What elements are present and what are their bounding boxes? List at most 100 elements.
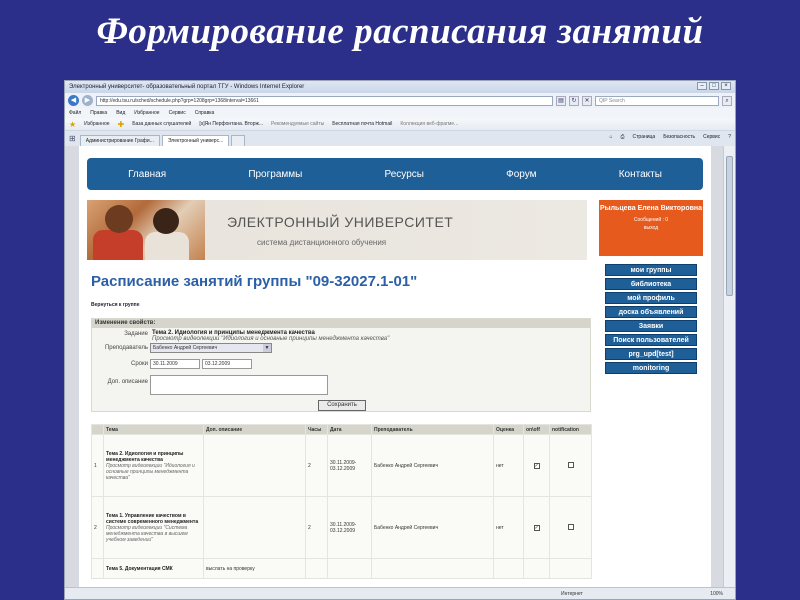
col-onoff: on\off <box>523 424 550 435</box>
help-icon[interactable]: ? <box>728 134 731 140</box>
on-off-checkbox[interactable]: ✓ <box>533 462 540 469</box>
back-to-group-link[interactable]: Вернуться к группе <box>91 302 139 308</box>
refresh-icon[interactable]: ↻ <box>569 95 579 106</box>
fav-item-db[interactable]: База данных слушателей <box>132 121 191 127</box>
nav-contacts[interactable]: Контакты <box>609 169 672 180</box>
page-viewport: Главная Программы Ресурсы Форум Контакты… <box>65 146 725 589</box>
window-controls: – □ × <box>697 82 731 90</box>
tool-security[interactable]: Безопасность <box>663 134 695 140</box>
web-page: Главная Программы Ресурсы Форум Контакты… <box>79 146 711 589</box>
menu-view[interactable]: Вид <box>116 110 125 116</box>
teacher-select-value: Бабенко Андрей Сергеевич <box>153 345 218 351</box>
quick-tabs-icon[interactable]: ⊞ <box>69 134 76 143</box>
task-value: Тема 2. Идиология и принципы менеджмента… <box>152 330 389 342</box>
row-topic-title: Тема 1. Управление качеством в системе с… <box>106 512 199 525</box>
scrollbar-thumb[interactable] <box>726 156 733 296</box>
row-topic-sub: Просмотр видеолекции "Система менеджмент… <box>106 524 188 543</box>
close-icon[interactable]: × <box>721 82 731 90</box>
table-row[interactable]: 2 Тема 1. Управление качеством в системе… <box>91 496 592 559</box>
tool-page[interactable]: Страница <box>633 134 656 140</box>
page-title: Расписание занятий группы "09-32027.1-01… <box>91 273 418 290</box>
tab-university[interactable]: Электронный универс... <box>161 135 230 146</box>
vertical-scrollbar[interactable] <box>723 146 735 589</box>
notification-checkbox[interactable] <box>567 461 574 468</box>
side-item-monitoring[interactable]: monitoring <box>605 362 697 374</box>
fav-item-recommended[interactable]: Рекомендуемые сайты <box>271 121 324 127</box>
menu-favorites[interactable]: Избранное <box>134 110 159 116</box>
stop-icon[interactable]: ✕ <box>582 95 592 106</box>
search-input[interactable]: QIP Search <box>595 95 719 106</box>
nav-programs[interactable]: Программы <box>238 169 312 180</box>
minimize-icon[interactable]: – <box>697 82 707 90</box>
logout-link[interactable]: выход <box>599 225 703 231</box>
status-zone: Интернет <box>561 591 583 597</box>
notification-checkbox[interactable] <box>567 523 574 530</box>
teacher-select[interactable]: Бабенко Андрей Сергеевич ▼ <box>150 343 272 353</box>
date-from-input[interactable]: 30.11.2009 <box>150 359 200 369</box>
menu-help[interactable]: Справка <box>195 110 215 116</box>
nav-forum[interactable]: Форум <box>496 169 546 180</box>
row-number <box>91 558 104 579</box>
user-messages[interactable]: Сообщений : 0 <box>599 217 703 223</box>
back-icon[interactable]: ◀ <box>68 95 79 106</box>
maximize-icon[interactable]: □ <box>709 82 719 90</box>
row-topic[interactable]: Тема 5. Документация СМК <box>103 558 204 579</box>
zoom-level[interactable]: 100% <box>710 591 723 597</box>
menu-tools[interactable]: Сервис <box>169 110 186 116</box>
row-topic-title: Тема 5. Документация СМК <box>106 565 173 572</box>
col-desc: Доп. описание <box>203 424 306 435</box>
table-header-row: Тема Доп. описание Часы Дата Преподавате… <box>91 424 592 435</box>
favorites-star-icon[interactable]: ★ <box>69 120 76 129</box>
row-desc <box>203 434 306 497</box>
table-row[interactable]: 1 Тема 2. Идиология и принципы менеджмен… <box>91 434 592 497</box>
on-off-checkbox[interactable]: ✓ <box>533 524 540 531</box>
fav-item-hotmail[interactable]: Бесплатная почта Hotmail <box>332 121 392 127</box>
add-favorite-icon[interactable]: ✚ <box>118 120 125 129</box>
row-topic[interactable]: Тема 2. Идиология и принципы менеджмента… <box>103 434 204 497</box>
forward-icon[interactable]: ▶ <box>82 95 93 106</box>
search-icon[interactable]: ⌕ <box>722 95 732 106</box>
side-item-prg-upd[interactable]: prg_upd[test] <box>605 348 697 360</box>
home-icon[interactable]: ⌂ <box>609 134 612 140</box>
menu-edit[interactable]: Правка <box>90 110 107 116</box>
menu-bar: Файл Правка Вид Избранное Сервис Справка <box>65 108 735 118</box>
user-name: Рыльцева Елена Викторовна <box>599 205 703 212</box>
window-titlebar: Электронный университет- образовательный… <box>65 81 735 93</box>
tab-admin[interactable]: Администрирование Графи... <box>79 135 160 146</box>
fav-item-webslices[interactable]: Коллекция веб-фрагме... <box>400 121 458 127</box>
nav-resources[interactable]: Ресурсы <box>375 169 434 180</box>
task-label: Задание <box>124 331 148 337</box>
row-hours <box>305 558 328 579</box>
date-to-input[interactable]: 03.12.2009 <box>202 359 252 369</box>
address-bar: ◀ ▶ http://edu.tsu.ru/sched/schedule.php… <box>65 93 735 108</box>
side-item-my-groups[interactable]: мои группы <box>605 264 697 276</box>
print-icon[interactable]: ⎙ <box>621 134 625 140</box>
user-panel: Рыльцева Елена Викторовна Сообщений : 0 … <box>599 200 703 256</box>
row-topic[interactable]: Тема 1. Управление качеством в системе с… <box>103 496 204 559</box>
url-field[interactable]: http://edu.tsu.ru/sched/schedule.php?grp… <box>96 95 553 106</box>
tool-service[interactable]: Сервис <box>703 134 720 140</box>
side-item-board[interactable]: доска объявлений <box>605 306 697 318</box>
side-item-user-search[interactable]: Поиск пользователей <box>605 334 697 346</box>
status-bar: Интернет 100% <box>65 587 735 599</box>
banner-title: ЭЛЕКТРОННЫЙ УНИВЕРСИТЕТ <box>227 214 454 230</box>
new-tab-button[interactable] <box>231 135 246 146</box>
fav-item-perfontana[interactable]: [s]Ян Перфонтана. Вторж... <box>199 121 263 127</box>
favorites-button[interactable]: Избранное <box>84 121 109 127</box>
row-grade: нет <box>493 434 524 497</box>
favorites-bar: ★ Избранное ✚ База данных слушателей [s]… <box>65 118 735 131</box>
desc-textarea[interactable] <box>150 375 328 395</box>
nav-home[interactable]: Главная <box>118 169 176 180</box>
menu-file[interactable]: Файл <box>69 110 81 116</box>
side-item-requests[interactable]: Заявки <box>605 320 697 332</box>
save-button[interactable]: Сохранить <box>318 400 366 411</box>
table-row[interactable]: Тема 5. Документация СМК выслать на пров… <box>91 558 592 579</box>
chevron-down-icon[interactable]: ▼ <box>263 344 271 352</box>
row-teacher: Бабенко Андрей Сергеевич <box>371 434 494 497</box>
side-item-library[interactable]: библиотека <box>605 278 697 290</box>
tab-bar: ⊞ Администрирование Графи... Электронный… <box>65 131 735 146</box>
edit-form-header: Изменение свойств: <box>92 319 590 328</box>
row-teacher: Бабенко Андрей Сергеевич <box>371 496 494 559</box>
compat-icon[interactable]: ▤ <box>556 95 566 106</box>
side-item-profile[interactable]: мой профиль <box>605 292 697 304</box>
